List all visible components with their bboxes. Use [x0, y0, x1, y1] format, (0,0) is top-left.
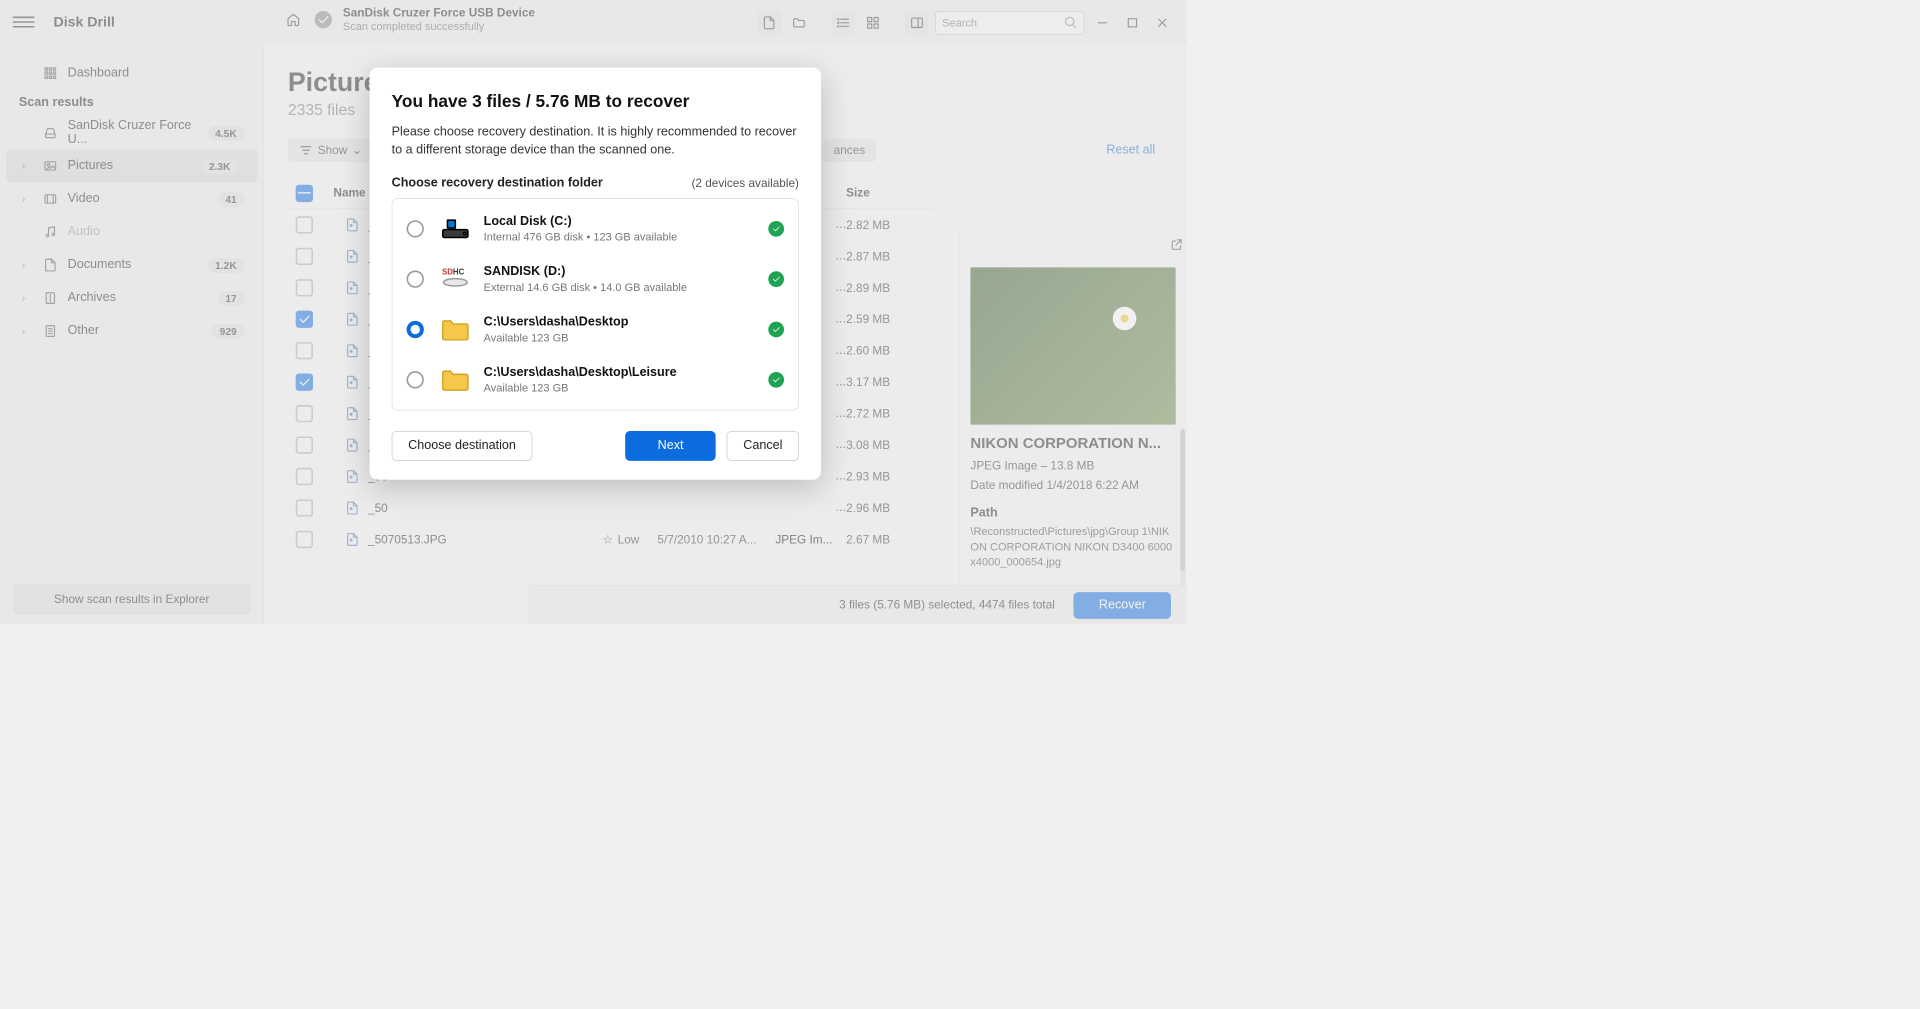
recovery-destination-modal: You have 3 files / 5.76 MB to recover Pl… [370, 68, 821, 480]
destination-detail: Internal 476 GB disk • 123 GB available [484, 231, 769, 244]
destination-detail: Available 123 GB [484, 331, 769, 344]
modal-description: Please choose recovery destination. It i… [392, 123, 799, 159]
check-icon [768, 272, 784, 288]
destination-name: C:\Users\dasha\Desktop\Leisure [484, 366, 769, 380]
destination-name: Local Disk (C:) [484, 215, 769, 229]
radio-button[interactable] [407, 271, 424, 288]
destination-option[interactable]: C:\Users\dasha\DesktopAvailable 123 GB [392, 305, 798, 355]
destination-name: SANDISK (D:) [484, 265, 769, 279]
destination-name: C:\Users\dasha\Desktop [484, 316, 769, 330]
modal-title: You have 3 files / 5.76 MB to recover [392, 91, 799, 111]
cancel-button[interactable]: Cancel [727, 431, 799, 461]
choose-destination-button[interactable]: Choose destination [392, 431, 533, 461]
folder-icon [440, 314, 471, 345]
destination-detail: Available 123 GB [484, 382, 769, 395]
radio-button[interactable] [407, 220, 424, 237]
windows-drive-icon [440, 213, 471, 244]
radio-button[interactable] [407, 371, 424, 388]
radio-button[interactable] [407, 321, 424, 338]
destination-option[interactable]: Local Disk (C:) Internal 476 GB disk • 12… [392, 204, 798, 254]
check-icon [768, 221, 784, 237]
destination-detail: External 14.6 GB disk • 14.0 GB availabl… [484, 281, 769, 294]
check-icon [768, 322, 784, 338]
next-button[interactable]: Next [625, 431, 715, 461]
destination-option[interactable]: C:\Users\dasha\Desktop\Leisure Available … [392, 355, 798, 405]
choose-dest-label: Choose recovery destination folder [392, 176, 603, 190]
folder-icon [440, 364, 471, 395]
check-icon [768, 372, 784, 388]
devices-available: (2 devices available) [691, 177, 799, 190]
destination-list: Local Disk (C:) Internal 476 GB disk • 12… [392, 198, 799, 410]
destination-option[interactable]: SDHC SANDISK (D:) External 14.6 GB disk • … [392, 254, 798, 304]
sd-drive-icon: SDHC [440, 264, 471, 295]
